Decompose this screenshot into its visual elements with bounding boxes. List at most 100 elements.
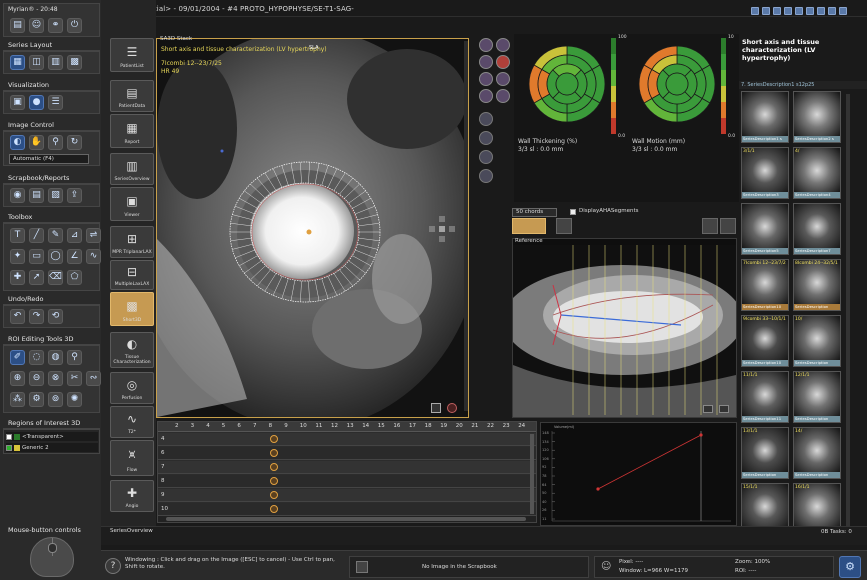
camera-icon[interactable]: [806, 7, 814, 15]
phase-marker[interactable]: [270, 463, 278, 471]
roi-fill-icon[interactable]: ◍: [48, 350, 63, 365]
help-icon[interactable]: ?: [105, 558, 121, 574]
window-preset-select[interactable]: Automatic (F4): [9, 154, 89, 164]
phase-marker[interactable]: [270, 449, 278, 457]
module-multiple-lax-button[interactable]: ⊟ MultipleLaxLAX: [110, 260, 154, 290]
frame-number[interactable]: 11: [315, 423, 322, 429]
chat-icon[interactable]: [828, 7, 836, 15]
fit-view-icon[interactable]: [431, 403, 441, 413]
phase-marker[interactable]: [270, 505, 278, 513]
series-thumbnail[interactable]: 11/1/1 SeriesDescription11: [741, 371, 789, 423]
arrow-tool-icon[interactable]: ➚: [29, 270, 44, 285]
frame-number[interactable]: 20: [456, 423, 463, 429]
reset-icon[interactable]: ⟲: [48, 309, 63, 324]
roi-search-icon[interactable]: ⚲: [67, 350, 82, 365]
ref-add-button[interactable]: [720, 218, 736, 234]
series-thumbnail[interactable]: SeriesDescription2 s: [793, 91, 841, 143]
report-icon[interactable]: ▧: [48, 188, 63, 203]
line-tool-icon[interactable]: ╱: [29, 228, 44, 243]
scrapbook-icon[interactable]: [356, 561, 368, 573]
info-icon[interactable]: [762, 7, 770, 15]
series-thumbnail[interactable]: 13/1/1 SeriesDescription: [741, 427, 789, 479]
roi-item-transparent[interactable]: <Transparent>: [6, 432, 98, 441]
rotate-icon[interactable]: ↻: [67, 135, 82, 150]
save-icon[interactable]: ▤: [10, 18, 25, 33]
module-tissue-characterization-button[interactable]: ◐ Tissue Characterization: [110, 332, 154, 368]
phase-timeline[interactable]: 2 3 4 5 6 7 8 9 10 11 12 13 14 15 16 17 18 19 20 21 22 23 24 4…: [157, 421, 537, 523]
film-icon[interactable]: ▤: [29, 188, 44, 203]
series-thumbnail[interactable]: 12/1/1 SeriesDescription: [793, 371, 841, 423]
ref-export-button[interactable]: [702, 218, 718, 234]
frame-number[interactable]: 17: [409, 423, 416, 429]
frame-number[interactable]: 22: [487, 423, 494, 429]
frame-number[interactable]: 12: [331, 423, 338, 429]
frame-number[interactable]: 5: [222, 423, 226, 429]
chords-select[interactable]: 50 chords: [512, 208, 557, 217]
ref-settings-icon[interactable]: [719, 405, 729, 413]
module-series-overview-button[interactable]: ▥ SeriesOverview: [110, 153, 154, 185]
grid-layout-icon[interactable]: ▦: [10, 55, 25, 70]
module-short-3d-button[interactable]: ▩ Short3D: [110, 292, 154, 326]
frame-number[interactable]: 3: [191, 423, 195, 429]
module-patient-list-button[interactable]: ☰ PatientList: [110, 38, 154, 72]
measure-tool-icon[interactable]: ⊿: [67, 228, 82, 243]
timeline-vscroll[interactable]: [530, 434, 534, 514]
undo-icon[interactable]: ↶: [10, 309, 25, 324]
roi-item-generic-2[interactable]: Generic 2: [6, 443, 98, 452]
aha-checkbox[interactable]: [570, 209, 576, 215]
bull-mode-2-icon[interactable]: [496, 38, 510, 52]
angle-tool-icon[interactable]: ∠: [67, 249, 82, 264]
point-tool-icon[interactable]: ✦: [10, 249, 25, 264]
roi-cut-icon[interactable]: ✂: [67, 371, 82, 386]
frame-number[interactable]: 19: [440, 423, 447, 429]
checkbox-icon[interactable]: [6, 433, 12, 440]
bull-mode-7-icon[interactable]: [479, 89, 493, 103]
record-icon[interactable]: [447, 403, 457, 413]
frame-number[interactable]: 10: [300, 423, 307, 429]
bull-tool-a-icon[interactable]: [479, 112, 493, 126]
ruler-tool-icon[interactable]: ⇌: [86, 228, 101, 243]
freehand-tool-icon[interactable]: ∿: [86, 249, 101, 264]
chords-mode-button[interactable]: [512, 218, 546, 234]
grid-icon[interactable]: [773, 7, 781, 15]
frame-number[interactable]: 15: [378, 423, 385, 429]
series-thumbnail[interactable]: 14/SeriesDescription: [793, 427, 841, 479]
bull-mode-8-icon[interactable]: [496, 89, 510, 103]
frame-number[interactable]: 9: [284, 423, 288, 429]
quad-layout-icon[interactable]: ▩: [67, 55, 82, 70]
frame-number[interactable]: 14: [362, 423, 369, 429]
camera-icon[interactable]: ◉: [10, 188, 25, 203]
module-mpr-triplanar-button[interactable]: ⊞ MPR TriplanarLAX: [110, 226, 154, 258]
series-thumbnail[interactable]: 3/1/1 SeriesDescription3: [741, 147, 789, 199]
frame-number[interactable]: 8: [269, 423, 273, 429]
timeline-row[interactable]: 4: [158, 433, 536, 446]
pan-icon[interactable]: ✋: [29, 135, 44, 150]
layout-icon[interactable]: [751, 7, 759, 15]
series-thumbnail[interactable]: 9Icombi 33--10/1/1 SeriesDescription10: [741, 315, 789, 367]
split-layout-icon[interactable]: ▥: [48, 55, 63, 70]
pencil-tool-icon[interactable]: ✎: [48, 228, 63, 243]
ellipse-tool-icon[interactable]: ◯: [48, 249, 63, 264]
timeline-scrollbar[interactable]: [158, 516, 536, 522]
roi-fx-icon[interactable]: ⚙: [29, 392, 44, 407]
help-icon[interactable]: [839, 7, 847, 15]
series-thumbnail[interactable]: 4/SeriesDescription4: [793, 147, 841, 199]
timeline-row[interactable]: 10: [158, 503, 536, 516]
frame-number[interactable]: 16: [393, 423, 400, 429]
bull-tool-d-icon[interactable]: [479, 169, 493, 183]
stack-icon[interactable]: ☰: [48, 95, 63, 110]
bull-mode-6-icon[interactable]: [496, 72, 510, 86]
text-tool-icon[interactable]: T: [10, 228, 25, 243]
roi-seed-icon[interactable]: ⁂: [10, 392, 25, 407]
frame-number[interactable]: 23: [503, 423, 510, 429]
series-scrollbar[interactable]: [846, 94, 850, 534]
module-angio-button[interactable]: ✚ Angio: [110, 480, 154, 512]
module-report-button[interactable]: ▦ Report: [110, 114, 154, 148]
timeline-row[interactable]: 6: [158, 447, 536, 460]
frame-number[interactable]: 6: [237, 423, 241, 429]
roi-star-icon[interactable]: ✺: [67, 392, 82, 407]
power-icon[interactable]: ⏻: [67, 18, 82, 33]
roi-ring-icon[interactable]: ⊚: [48, 392, 63, 407]
series-thumbnail[interactable]: SeriesDescription7: [793, 203, 841, 255]
checkbox-icon[interactable]: [6, 444, 12, 451]
